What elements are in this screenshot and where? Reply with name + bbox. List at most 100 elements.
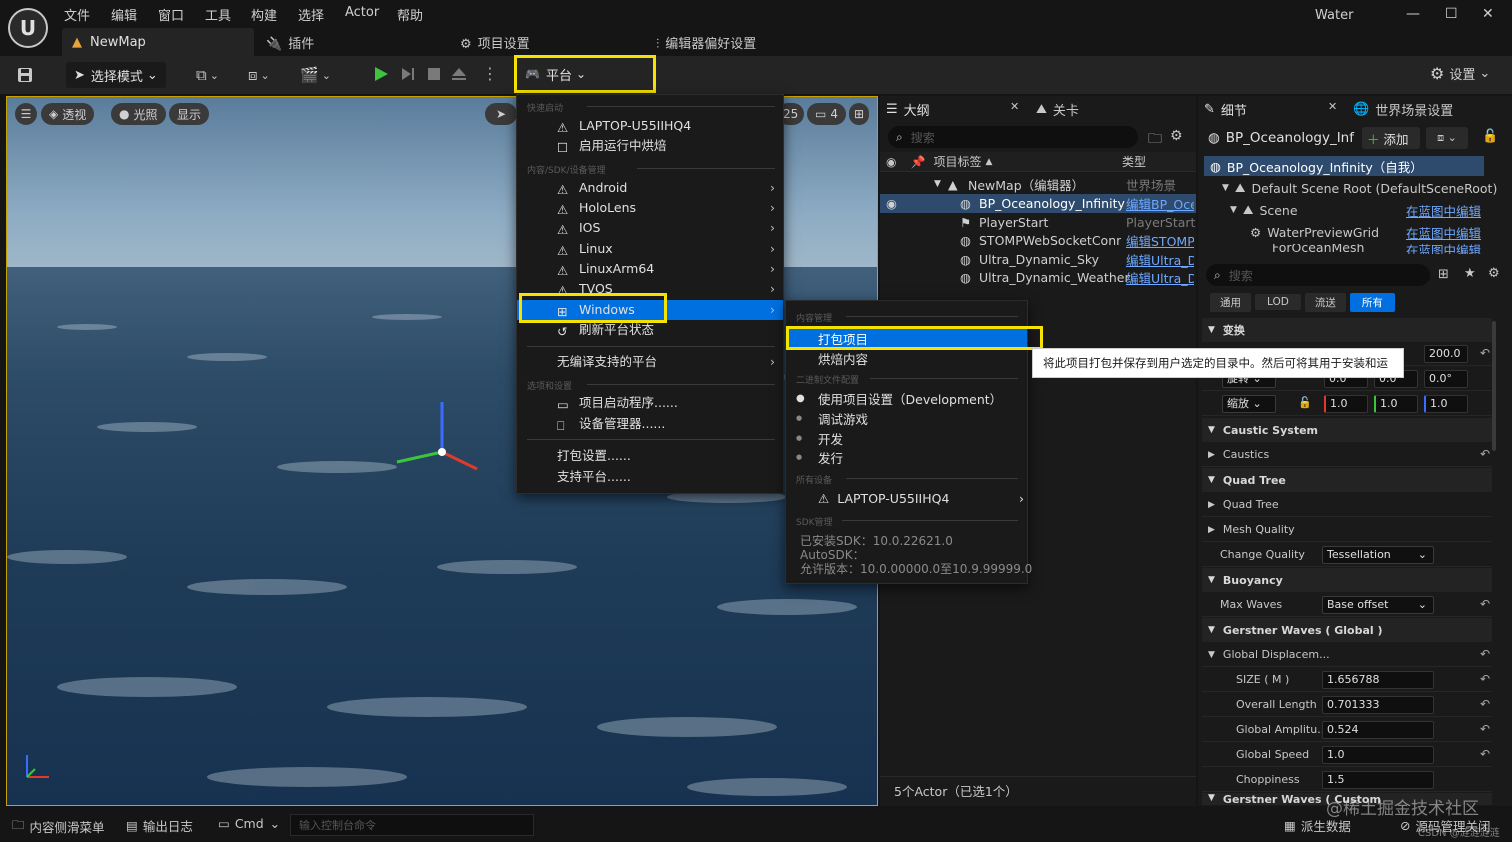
row-type-link[interactable]: 编辑Ultra_D (1126, 268, 1194, 287)
filter-all[interactable]: 所有 (1349, 292, 1395, 312)
layout-grid-icon[interactable]: ⊞ (849, 103, 870, 125)
reset-icon[interactable]: ↶ (1480, 747, 1490, 761)
add-component-button[interactable]: ＋添加 (1362, 127, 1420, 149)
reset-icon[interactable]: ↶ (1480, 697, 1490, 711)
component-scene[interactable]: ▼ ⛰ Scene 在蓝图中编辑 (1230, 200, 1486, 220)
menu-item-device[interactable]: ⚠ LAPTOP-U55IIHQ4 › (818, 488, 1024, 508)
menu-item-refresh[interactable]: ↺ 刷新平台状态 (517, 320, 783, 340)
overall-length-field[interactable]: 0.701333 (1322, 696, 1434, 714)
close-icon[interactable]: ✕ (1328, 100, 1337, 113)
config-debug-game[interactable]: ● 调试游戏 (796, 408, 868, 428)
details-search-input[interactable]: 搜索 (1229, 267, 1253, 284)
edit-in-blueprint-link[interactable]: 在蓝图中编辑 (1406, 244, 1481, 254)
stop-icon[interactable] (425, 65, 443, 83)
menu-edit[interactable]: 编辑 (111, 5, 137, 24)
details-scrollbar[interactable] (1492, 321, 1496, 451)
output-log-button[interactable]: ▤ 输出日志 (126, 816, 193, 835)
unreal-logo-icon[interactable]: U (8, 8, 48, 48)
expand-icon[interactable]: ▼ (934, 179, 941, 189)
global-speed-field[interactable]: 1.0 (1322, 746, 1434, 764)
cinematics-button[interactable]: 🎬 ⌄ (300, 66, 331, 84)
reset-icon[interactable]: ↶ (1480, 346, 1490, 360)
menu-tools[interactable]: 工具 (205, 5, 231, 24)
menu-item-hololens[interactable]: ⚠ HoloLens › (517, 198, 783, 218)
eye-icon[interactable]: ◉ (886, 196, 897, 211)
more-options-icon[interactable]: ⋮ (482, 64, 498, 83)
component-water-grid[interactable]: ⚙ WaterPreviewGrid 在蓝图中编辑 (1250, 222, 1486, 242)
component-self[interactable]: ◍ BP_Oceanology_Infinity（自我） (1204, 156, 1484, 176)
levels-tab[interactable]: ⛰ 关卡 (1036, 99, 1079, 119)
filter-lod[interactable]: LOD (1255, 294, 1301, 310)
add-actor-button[interactable]: ⧉ ⌄ (196, 66, 219, 84)
config-dev-project[interactable]: ● 使用项目设置（Development） (796, 388, 1002, 408)
menu-item-device[interactable]: ⚠ LAPTOP-U55IIHQ4 (517, 116, 783, 136)
global-amplitude-field[interactable]: 0.524 (1322, 721, 1434, 739)
outliner-search-input[interactable]: 搜索 (911, 129, 935, 146)
reset-icon[interactable]: ↶ (1480, 672, 1490, 686)
rotation-z-field[interactable]: 0.0° (1424, 370, 1468, 388)
scale-y-field[interactable]: 1.0 (1374, 395, 1418, 413)
lit-button[interactable]: ● 光照 (111, 103, 166, 125)
reset-icon[interactable]: ↶ (1480, 447, 1490, 461)
checkbox-icon[interactable]: ☐ (557, 138, 571, 155)
menu-item-linux[interactable]: ⚠ Linux › (517, 239, 783, 259)
menu-item-cook[interactable]: 烘焙内容 (818, 348, 868, 368)
menu-item-no-compile[interactable]: 无编译支持的平台 › (517, 352, 783, 372)
lock-icon[interactable]: 🔓 (1482, 129, 1498, 144)
menu-item-android[interactable]: ⚠ Android › (517, 178, 783, 198)
menu-actor[interactable]: Actor (345, 5, 379, 20)
add-folder-icon[interactable]: 🗀 (1148, 128, 1162, 152)
table-row-selected[interactable]: ◉ ◍ BP_Oceanology_Infinity 编辑BP_Oce (880, 194, 1196, 213)
outliner-tab[interactable]: ☰ 大纲 (886, 99, 930, 119)
table-row[interactable]: ◍ Ultra_Dynamic_Sky 编辑Ultra_D (880, 250, 1196, 269)
editor-prefs-tab[interactable]: ⫶ 编辑器偏好设置 (656, 33, 756, 52)
component-root[interactable]: ▼ ⛰ Default Scene Root (DefaultSceneRoot… (1222, 178, 1497, 198)
star-icon[interactable]: ★ (1464, 266, 1476, 281)
caustics-row[interactable]: ▶ Caustics ↶ (1202, 443, 1492, 467)
reset-icon[interactable]: ↶ (1480, 722, 1490, 736)
quad-tree-row[interactable]: ▶ Quad Tree (1202, 493, 1492, 517)
select-mode-button[interactable]: ➤ 选择模式 ⌄ (66, 62, 166, 88)
menu-build[interactable]: 构建 (251, 5, 277, 24)
blueprint-button[interactable]: ⧈ ⌄ (248, 66, 270, 84)
row-type-link[interactable]: 编辑Ultra_D (1126, 250, 1194, 269)
close-icon[interactable]: ✕ (1482, 6, 1494, 22)
gear-icon[interactable]: ⚙ (1488, 266, 1500, 281)
blueprint-options-button[interactable]: ⧈ ⌄ (1426, 127, 1468, 149)
content-drawer-button[interactable]: 🗀 内容侧滑菜单 (12, 816, 105, 837)
edit-in-blueprint-link[interactable]: 在蓝图中编辑 (1406, 223, 1481, 242)
settings-button[interactable]: ⚙ 设置 ⌄ (1430, 64, 1490, 83)
max-waves-dropdown[interactable]: Base offset ⌄ (1322, 596, 1434, 614)
eject-icon[interactable] (450, 65, 468, 83)
section-gerstner[interactable]: ▼ Gerstner Waves ( Global ) (1202, 618, 1492, 642)
reset-icon[interactable]: ↶ (1480, 597, 1490, 611)
minimize-icon[interactable]: — (1406, 6, 1420, 22)
row-type-link[interactable]: 编辑BP_Oce (1126, 194, 1194, 213)
section-buoyancy[interactable]: ▼ Buoyancy (1202, 568, 1492, 592)
perspective-button[interactable]: ◈ 透视 (41, 103, 95, 125)
global-displacement-row[interactable]: ▼ Global Displacem... ↶ (1202, 643, 1492, 667)
table-row[interactable]: ◍ Ultra_Dynamic_Weather 编辑Ultra_D (880, 269, 1196, 288)
edit-in-blueprint-link[interactable]: 在蓝图中编辑 (1406, 201, 1481, 220)
filter-general[interactable]: 通用 (1210, 292, 1251, 312)
table-row[interactable]: ▼ ▲ NewMap（编辑器） 世界场景 (880, 175, 1196, 194)
viewport-menu-icon[interactable]: ☰ (15, 103, 37, 125)
outliner-search[interactable]: ⌕ 搜索 (888, 126, 1138, 148)
component-cut[interactable]: ForOceanMesh 在蓝图中编辑 (1250, 244, 1486, 254)
location-z-field[interactable]: 200.0 (1424, 345, 1468, 363)
menu-help[interactable]: 帮助 (397, 5, 423, 24)
menu-item-bake-runtime[interactable]: ☐ 启用运行中烘焙 (517, 136, 783, 156)
filter-streaming[interactable]: 流送 (1304, 292, 1346, 312)
details-tab[interactable]: ✎ 细节 (1204, 99, 1247, 119)
map-tab[interactable]: ▲ NewMap (62, 28, 254, 56)
show-button[interactable]: 显示 (169, 103, 210, 125)
expand-icon[interactable]: ▼ (1222, 183, 1229, 193)
select-tool-icon[interactable]: ➤ (485, 103, 517, 125)
actor-name-field[interactable]: BP_Oceanology_Inf (1226, 130, 1354, 146)
section-quad-tree[interactable]: ▼ Quad Tree (1202, 468, 1492, 492)
column-type[interactable]: 类型 (1122, 153, 1146, 170)
menu-select[interactable]: 选择 (298, 5, 324, 24)
menu-item-package-settings[interactable]: 打包设置...... (517, 446, 783, 466)
details-search[interactable]: ⌕ 搜索 (1206, 264, 1430, 286)
menu-file[interactable]: 文件 (64, 5, 90, 24)
